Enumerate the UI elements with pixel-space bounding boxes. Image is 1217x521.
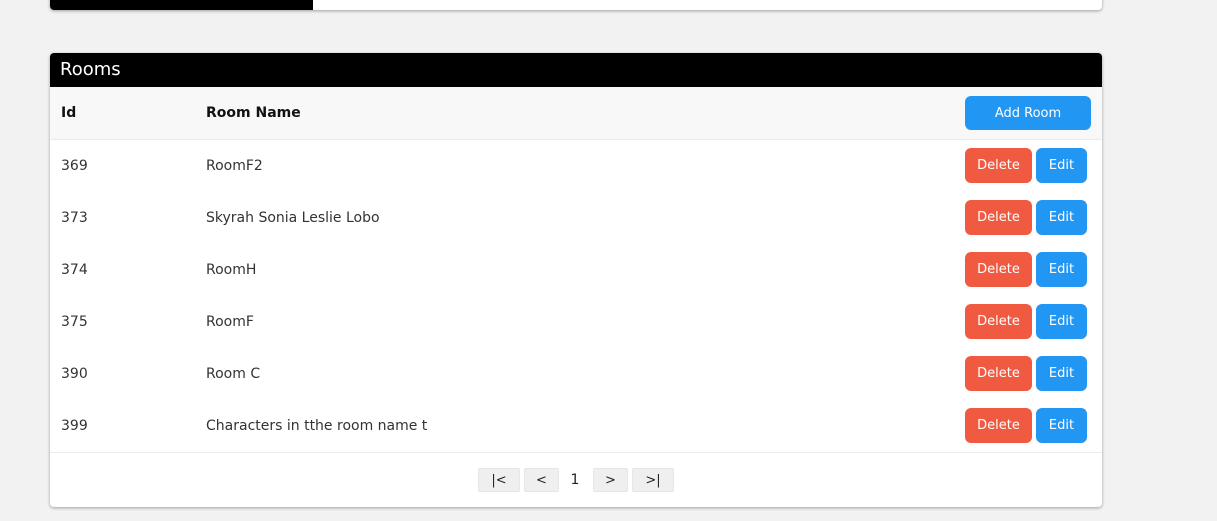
delete-room-button[interactable]: Delete (965, 252, 1032, 287)
rooms-panel-title: Rooms (50, 53, 1102, 87)
edit-room-button[interactable]: Edit (1036, 408, 1087, 443)
table-row: 369 RoomF2 Delete Edit (50, 140, 1102, 192)
table-row: 374 RoomH Delete Edit (50, 244, 1102, 296)
pagination: |< < 1 > >| (50, 453, 1102, 506)
room-id: 369 (61, 158, 88, 174)
room-id: 373 (61, 210, 88, 226)
edit-room-button[interactable]: Edit (1036, 304, 1087, 339)
room-name: RoomF2 (206, 158, 263, 174)
previous-panel-dark-segment (50, 0, 313, 10)
delete-room-button[interactable]: Delete (965, 356, 1032, 391)
edit-room-button[interactable]: Edit (1036, 200, 1087, 235)
previous-page-button[interactable]: < (524, 468, 559, 492)
first-page-button[interactable]: |< (478, 468, 520, 492)
room-id: 399 (61, 418, 88, 434)
room-name: RoomF (206, 314, 254, 330)
delete-room-button[interactable]: Delete (965, 304, 1032, 339)
column-header-room-name: Room Name (206, 105, 301, 121)
previous-panel-bottom (50, 0, 1102, 10)
last-page-button[interactable]: >| (632, 468, 674, 492)
delete-room-button[interactable]: Delete (965, 408, 1032, 443)
table-row: 399 Characters in tthe room name t Delet… (50, 400, 1102, 452)
room-id: 375 (61, 314, 88, 330)
table-row: 390 Room C Delete Edit (50, 348, 1102, 400)
table-row: 373 Skyrah Sonia Leslie Lobo Delete Edit (50, 192, 1102, 244)
rooms-panel: Rooms Id Room Name Add Room 369 RoomF2 D… (50, 53, 1102, 507)
room-name: Characters in tthe room name t (206, 418, 428, 434)
room-id: 390 (61, 366, 88, 382)
delete-room-button[interactable]: Delete (965, 148, 1032, 183)
table-header-row: Id Room Name Add Room (50, 87, 1102, 140)
rooms-table-body: 369 RoomF2 Delete Edit 373 Skyrah Sonia … (50, 140, 1102, 452)
room-name: Room C (206, 366, 261, 382)
edit-room-button[interactable]: Edit (1036, 356, 1087, 391)
room-name: Skyrah Sonia Leslie Lobo (206, 210, 380, 226)
room-name: RoomH (206, 262, 257, 278)
table-row: 375 RoomF Delete Edit (50, 296, 1102, 348)
next-page-button[interactable]: > (593, 468, 628, 492)
current-page-number: 1 (570, 472, 580, 488)
room-id: 374 (61, 262, 88, 278)
edit-room-button[interactable]: Edit (1036, 148, 1087, 183)
edit-room-button[interactable]: Edit (1036, 252, 1087, 287)
delete-room-button[interactable]: Delete (965, 200, 1032, 235)
column-header-id: Id (61, 105, 77, 121)
add-room-button[interactable]: Add Room (965, 96, 1091, 130)
